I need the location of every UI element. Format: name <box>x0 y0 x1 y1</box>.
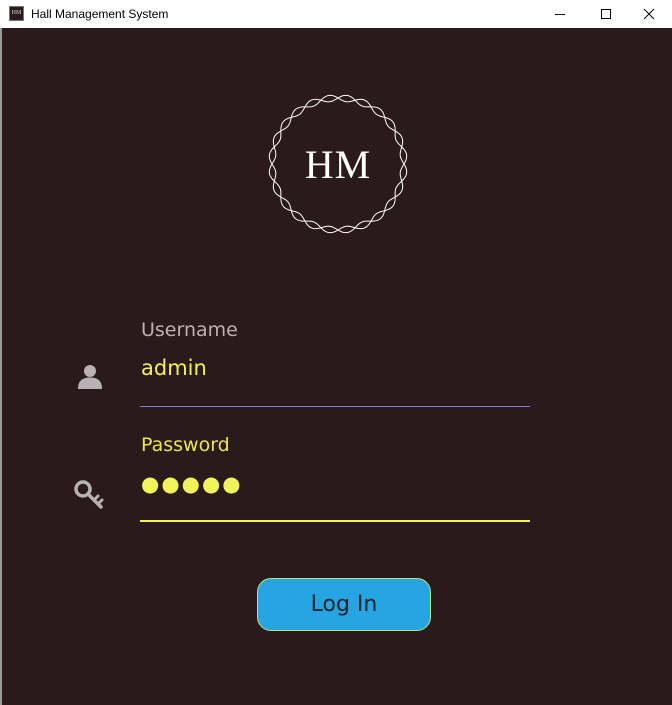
key-icon <box>74 480 104 509</box>
password-label: Password <box>141 434 230 456</box>
password-input[interactable]: ●●●●● <box>141 472 243 496</box>
username-label: Username <box>141 319 238 341</box>
window-title: Hall Management System <box>31 7 169 21</box>
minimize-button[interactable] <box>537 0 583 28</box>
maximize-button[interactable] <box>583 0 629 28</box>
username-underline <box>140 406 530 407</box>
login-button[interactable]: Log In <box>257 578 431 631</box>
maximize-icon <box>601 9 611 19</box>
username-input[interactable]: admin <box>141 356 207 380</box>
password-underline <box>140 520 530 522</box>
user-icon <box>78 365 102 389</box>
title-bar: HM Hall Management System <box>0 0 672 28</box>
logo-text: HM <box>304 141 372 187</box>
close-button[interactable] <box>626 0 672 28</box>
app-icon: HM <box>9 6 24 21</box>
minimize-icon <box>555 14 565 15</box>
close-icon <box>643 8 655 20</box>
